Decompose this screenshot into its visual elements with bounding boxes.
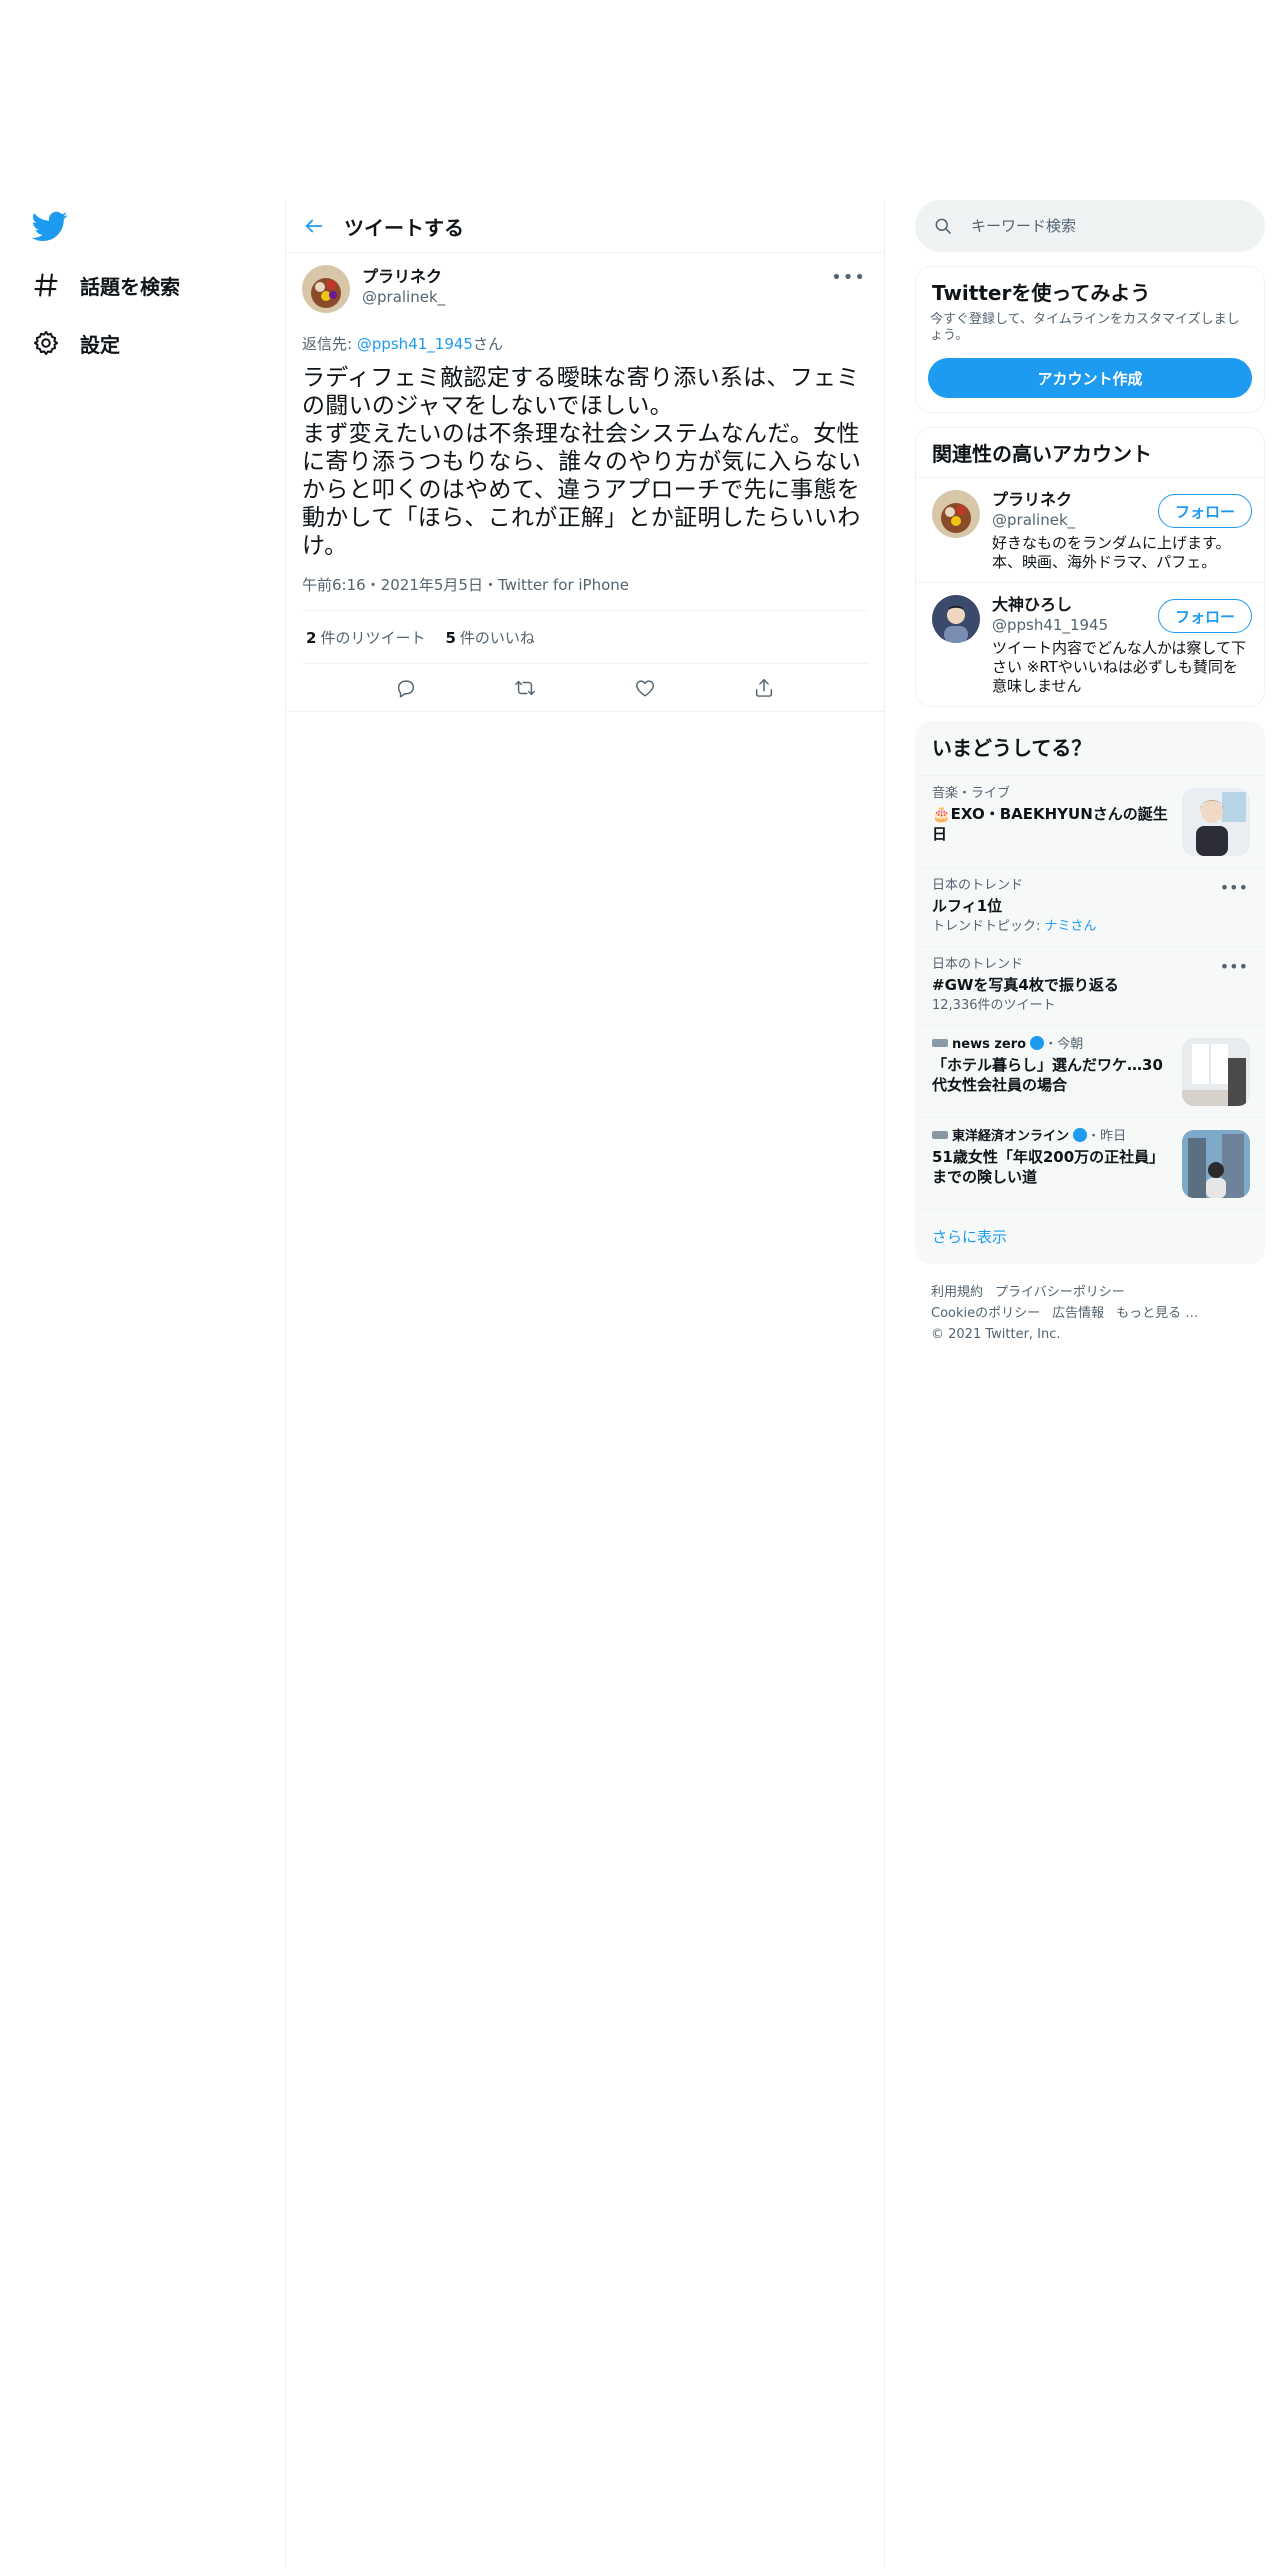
trend-title: 🎂EXO・BAEKHYUNさんの誕生日	[932, 805, 1168, 843]
footer-copyright: © 2021 Twitter, Inc.	[931, 1327, 1061, 1342]
trend-title: 「ホテル暮らし」選んだワケ…30代女性会社員の場合	[932, 1056, 1163, 1094]
footer-link-more[interactable]: もっと見る …	[1116, 1306, 1198, 1321]
account-item[interactable]: 大神ひろし @ppsh41_1945 ツイート内容でどんな人かは察して下さい ※…	[916, 583, 1264, 706]
search-icon	[935, 218, 951, 234]
back-arrow-icon	[305, 219, 323, 233]
author-handle[interactable]: @pralinek_	[362, 287, 445, 307]
trend-item[interactable]: 日本のトレンド #GWを写真4枚で振り返る 12,336件のツイート •••	[916, 947, 1264, 1026]
create-account-button[interactable]: アカウント作成	[928, 358, 1252, 398]
like-icon[interactable]	[634, 677, 656, 699]
follow-button[interactable]: フォロー	[1157, 599, 1252, 633]
hashtag-icon	[34, 273, 58, 297]
account-item[interactable]: プラリネク @pralinek_ 好きなものをランダムに上げます。本、映画、海外…	[916, 478, 1264, 583]
trends-title: いまどうしてる？	[916, 722, 1264, 776]
retweet-stat[interactable]: 2 件のリツイート	[306, 627, 425, 648]
gear-icon	[33, 330, 59, 356]
verified-badge-icon	[1030, 1036, 1045, 1050]
reply-to: 返信先: @ppsh41_1945さん	[302, 333, 868, 354]
trend-context: 日本のトレンド	[932, 957, 1024, 972]
nav-explore-label: 話題を検索	[80, 274, 180, 299]
source-name: 東洋経済オンライン	[952, 1129, 1070, 1144]
footer-link-terms[interactable]: 利用規約	[931, 1285, 983, 1300]
trend-thumbnail	[1182, 788, 1250, 856]
retweet-label: 件のリツイート	[320, 628, 426, 647]
page-title: ツイートする	[344, 215, 464, 240]
nav-settings[interactable]: 設定	[28, 314, 278, 372]
trends-card: いまどうしてる？ 音楽・ライブ 🎂EXO・BAEKHYUNさんの誕生日 日本のト…	[915, 721, 1265, 1264]
source-name: news zero	[952, 1037, 1027, 1052]
main-column: ツイートする プラリネク @pralinek_ ••• 返信先: @ppsh41…	[285, 200, 885, 2568]
footer-link-cookie[interactable]: Cookieのポリシー	[931, 1306, 1040, 1321]
trend-subtitle-prefix: トレンドトピック:	[932, 919, 1045, 934]
trend-thumbnail	[1182, 1130, 1250, 1198]
trend-topic-link[interactable]: ナミさん	[1045, 919, 1097, 934]
back-button[interactable]	[286, 200, 342, 253]
avatar[interactable]	[932, 490, 980, 538]
like-stat[interactable]: 5 件のいいね	[445, 627, 534, 648]
tweet: プラリネク @pralinek_ ••• 返信先: @ppsh41_1945さん…	[286, 253, 884, 712]
trend-context: 音楽・ライブ	[932, 786, 1011, 801]
retweet-count: 2	[306, 628, 317, 647]
share-icon[interactable]	[753, 677, 775, 699]
more-options-icon[interactable]: •••	[1220, 878, 1248, 897]
account-bio: ツイート内容でどんな人かは察して下さい ※RTやいいねは必ずしも賛同を意味しませ…	[992, 639, 1246, 695]
trend-title: ルフィ1位	[932, 897, 1003, 915]
search-box[interactable]	[915, 200, 1265, 252]
reply-icon[interactable]	[395, 677, 417, 699]
search-input[interactable]	[971, 217, 1231, 235]
source-time: ・今朝	[1044, 1037, 1084, 1052]
source-time: ・昨日	[1087, 1129, 1127, 1144]
author-name[interactable]: プラリネク	[362, 267, 445, 287]
trend-subtitle: トレンドトピック: ナミさん	[932, 918, 1248, 936]
footer-link-ads[interactable]: 広告情報	[1052, 1306, 1104, 1321]
trend-item[interactable]: news zero ・今朝 「ホテル暮らし」選んだワケ…30代女性会社員の場合	[916, 1026, 1264, 1118]
trend-item[interactable]: 音楽・ライブ 🎂EXO・BAEKHYUNさんの誕生日	[916, 776, 1264, 868]
more-options-icon[interactable]: •••	[831, 267, 866, 288]
source-logo-icon	[932, 1131, 948, 1139]
reply-prefix: 返信先:	[302, 335, 357, 353]
nav-settings-label: 設定	[80, 332, 120, 357]
trend-item[interactable]: 東洋経済オンライン ・昨日 51歳女性「年収200万の正社員」までの険しい道	[916, 1118, 1264, 1210]
left-nav: 話題を検索 設定	[28, 200, 278, 372]
trend-title: #GWを写真4枚で振り返る	[932, 976, 1119, 994]
tweet-timestamp[interactable]: 午前6:16・2021年5月5日・Twitter for iPhone	[302, 574, 868, 611]
like-label: 件のいいね	[459, 628, 535, 647]
trend-context: 日本のトレンド	[932, 878, 1024, 893]
trend-source: 東洋経済オンライン ・昨日	[932, 1128, 1168, 1145]
account-bio: 好きなものをランダムに上げます。本、映画、海外ドラマ、パフェ。	[992, 534, 1231, 571]
avatar[interactable]	[932, 595, 980, 643]
source-logo-icon	[932, 1039, 948, 1047]
trend-tweet-count: 12,336件のツイート	[932, 998, 1056, 1013]
related-accounts-card: 関連性の高いアカウント プラリネク @pralinek_ 好きなものをランダムに…	[915, 427, 1265, 707]
tweet-text: ラディフェミ敵認定する曖昧な寄り添い系は、フェミの闘いのジャマをしないでほしい。…	[302, 365, 862, 559]
like-count: 5	[445, 628, 456, 647]
reply-mention-link[interactable]: @ppsh41_1945	[357, 335, 473, 353]
signup-card: Twitterを使ってみよう 今すぐ登録して、タイムラインをカスタマイズしましょ…	[915, 266, 1265, 413]
verified-badge-icon	[1073, 1128, 1088, 1142]
trend-thumbnail	[1182, 1038, 1250, 1106]
right-sidebar: Twitterを使ってみよう 今すぐ登録して、タイムラインをカスタマイズしましょ…	[915, 200, 1265, 1345]
signup-title: Twitterを使ってみよう	[932, 281, 1151, 305]
more-options-icon[interactable]: •••	[1220, 957, 1248, 976]
main-header: ツイートする	[286, 200, 884, 253]
signup-desc: 今すぐ登録して、タイムラインをカスタマイズしましょう。	[930, 312, 1240, 343]
show-more-link[interactable]: さらに表示	[916, 1210, 1264, 1263]
trend-source: news zero ・今朝	[932, 1036, 1168, 1053]
retweet-icon[interactable]	[514, 677, 536, 699]
nav-explore[interactable]: 話題を検索	[28, 256, 278, 314]
trend-item[interactable]: 日本のトレンド ルフィ1位 トレンドトピック: ナミさん •••	[916, 868, 1264, 947]
tweet-header: プラリネク @pralinek_ •••	[302, 265, 868, 313]
trend-title: 51歳女性「年収200万の正社員」までの険しい道	[932, 1148, 1165, 1186]
tweet-actions	[286, 664, 884, 712]
tweet-stats: 2 件のリツイート 5 件のいいね	[302, 611, 868, 664]
avatar[interactable]	[302, 265, 350, 313]
footer-link-privacy[interactable]: プライバシーポリシー	[995, 1285, 1125, 1300]
related-accounts-title: 関連性の高いアカウント	[916, 428, 1264, 478]
footer: 利用規約 プライバシーポリシー Cookieのポリシー 広告情報 もっと見る … © …	[915, 1282, 1265, 1345]
follow-button[interactable]: フォロー	[1157, 494, 1252, 528]
reply-suffix: さん	[472, 335, 503, 353]
twitter-bird-icon[interactable]	[32, 208, 68, 244]
